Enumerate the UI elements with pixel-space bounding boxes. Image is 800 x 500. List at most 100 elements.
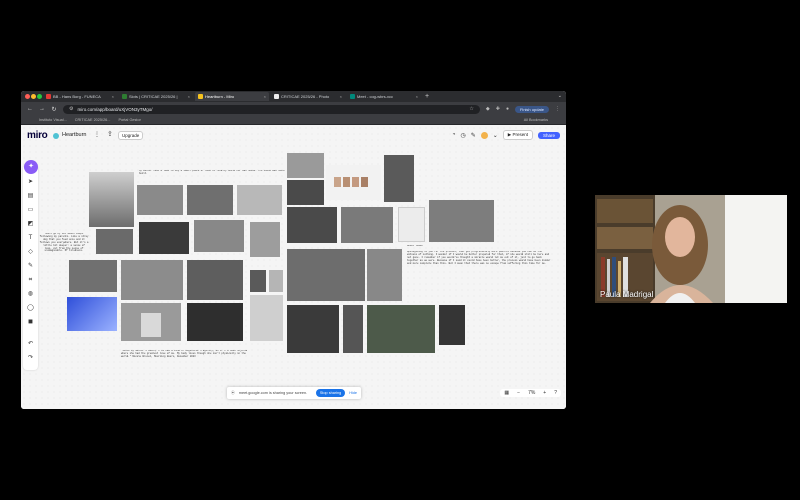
reload-icon[interactable]: ↻ xyxy=(51,106,57,113)
bookmarks-bar: Instituto Visual... CRITICAE 2025/26... … xyxy=(21,116,566,125)
present-button[interactable]: ▶ Present xyxy=(502,130,533,140)
board-photo[interactable] xyxy=(439,305,465,345)
profile-icon[interactable]: ● xyxy=(506,106,509,112)
close-window-icon[interactable] xyxy=(25,94,30,99)
browser-menu-icon[interactable]: ⋮ xyxy=(555,106,560,112)
board-photo[interactable] xyxy=(237,185,282,215)
board-photo[interactable] xyxy=(367,305,435,353)
maximize-window-icon[interactable] xyxy=(37,94,42,99)
text-note-top[interactable]: My mother took a loan to buy a small pie… xyxy=(139,170,289,180)
shapes-icon[interactable]: ◇ xyxy=(26,248,35,257)
bookmark-star-icon[interactable]: ☆ xyxy=(469,106,473,112)
board-photo[interactable] xyxy=(137,185,183,215)
zoom-level[interactable]: 7% xyxy=(528,390,535,396)
text-note-bottom[interactable]: "Since my mother's death, I've had a kin… xyxy=(121,350,251,368)
board-photo[interactable] xyxy=(269,270,283,292)
close-tab-icon[interactable]: × xyxy=(416,94,418,99)
board-photo[interactable] xyxy=(326,165,381,200)
new-tab-icon[interactable]: + xyxy=(425,92,429,101)
miro-logo[interactable]: miro xyxy=(27,130,48,141)
board-photo[interactable] xyxy=(250,222,280,257)
minimize-window-icon[interactable] xyxy=(31,94,36,99)
select-cursor-icon[interactable]: ➤ xyxy=(26,178,35,187)
board-photo[interactable] xyxy=(139,222,189,254)
stop-sharing-button[interactable]: Stop sharing xyxy=(315,389,346,397)
board-photo-blue[interactable] xyxy=(67,297,117,331)
zoom-in-icon[interactable]: + xyxy=(543,390,546,396)
hide-banner-button[interactable]: Hide xyxy=(349,391,357,395)
bookmark-item[interactable]: Instituto Visual... xyxy=(39,118,67,122)
close-tab-icon[interactable]: × xyxy=(188,94,190,99)
pen-icon[interactable]: ✎ xyxy=(26,262,35,271)
site-info-icon[interactable]: ⚙ xyxy=(69,106,73,112)
close-tab-icon[interactable]: × xyxy=(264,94,266,99)
all-bookmarks-link[interactable]: All Bookmarks xyxy=(524,118,548,122)
browser-tab-active[interactable]: Heartburn - Miro × xyxy=(195,92,269,101)
ai-sparkle-icon[interactable]: ✦ xyxy=(24,160,38,174)
forward-icon[interactable]: → xyxy=(39,106,45,112)
comment-icon[interactable]: ✎ xyxy=(471,132,476,139)
frame-icon[interactable]: ▭ xyxy=(26,206,35,215)
board-photo[interactable] xyxy=(187,185,233,215)
close-tab-icon[interactable]: × xyxy=(112,94,114,99)
board-photo[interactable] xyxy=(384,155,414,202)
text-note-left[interactable]: Years go by but death keeps following my… xyxy=(39,233,89,261)
share-button[interactable]: Share xyxy=(537,131,560,139)
board-photo[interactable] xyxy=(187,303,243,341)
board-photo[interactable] xyxy=(287,180,324,205)
board-photo[interactable] xyxy=(250,295,283,341)
upload-icon[interactable]: ◼ xyxy=(26,318,35,327)
undo-icon[interactable]: ↶ xyxy=(26,340,35,349)
extension-icon[interactable]: ◆ xyxy=(486,106,490,112)
upgrade-button[interactable]: Upgrade xyxy=(118,131,144,140)
minimap-icon[interactable]: ▦ xyxy=(504,390,509,396)
templates-icon[interactable]: ▤ xyxy=(26,192,35,201)
bookmark-item[interactable]: CRITICAE 2025/26... xyxy=(75,118,111,122)
board-photo[interactable] xyxy=(287,153,324,178)
crop-frame-icon[interactable]: ⌗ xyxy=(26,276,35,285)
board-photo[interactable] xyxy=(121,260,183,300)
board-photo[interactable] xyxy=(250,270,266,292)
avatar[interactable] xyxy=(480,131,488,139)
board-photo[interactable] xyxy=(194,220,244,252)
close-tab-icon[interactable]: × xyxy=(340,94,342,99)
miro-board[interactable]: miro Heartburn ⋮ ⇪ Upgrade ◔ ◷ ✎ ⌄ ▶ Pre… xyxy=(21,125,566,409)
board-photo[interactable] xyxy=(187,260,243,300)
board-photo[interactable] xyxy=(121,303,181,341)
collaborators-chevron-icon[interactable]: ⌄ xyxy=(493,132,498,139)
board-photo[interactable] xyxy=(398,207,425,242)
browser-tab[interactable]: CRITICAE 2025/26 - Photo × xyxy=(271,92,345,101)
bookmark-item[interactable]: Portal Gestor xyxy=(118,118,140,122)
board-photo[interactable] xyxy=(429,200,494,242)
board-photo[interactable] xyxy=(287,207,337,243)
board-menu-icon[interactable]: ⋮ xyxy=(94,131,100,138)
text-note-right[interactable]: Apologising to you for the process, that… xyxy=(407,251,552,297)
address-bar[interactable]: ⚙ miro.com/app/board/uXjVON3yTMgo/ ☆ xyxy=(63,104,480,114)
sticky-note-icon[interactable]: ◩ xyxy=(26,220,35,229)
board-photo[interactable] xyxy=(96,229,133,254)
browser-tab[interactable]: BB - Hans Borg - FUNECA × xyxy=(43,92,117,101)
extensions-puzzle-icon[interactable]: ✚ xyxy=(496,106,500,112)
board-photo[interactable] xyxy=(287,249,365,301)
board-name[interactable]: Heartburn xyxy=(62,132,86,138)
export-icon[interactable]: ⇪ xyxy=(107,130,113,138)
board-photo[interactable] xyxy=(341,207,393,243)
board-photo[interactable] xyxy=(69,260,117,292)
timer-icon[interactable]: ◷ xyxy=(460,132,465,139)
reactions-icon[interactable]: ◔ xyxy=(452,132,456,138)
browser-tab[interactable]: Slots | CRITICAE 2025/26 | × xyxy=(119,92,193,101)
board-photo[interactable] xyxy=(287,305,339,353)
tab-search-icon[interactable]: ⌄ xyxy=(558,93,562,99)
browser-tab[interactable]: Meet - cog-wbrs-xcc × xyxy=(347,92,421,101)
chat-icon[interactable]: ◯ xyxy=(26,304,35,313)
finish-update-button[interactable]: Finish update xyxy=(514,105,549,113)
board-photo[interactable] xyxy=(89,172,134,227)
back-icon[interactable]: ← xyxy=(27,106,33,112)
help-icon[interactable]: ? xyxy=(554,390,557,396)
apps-icon[interactable]: ◍ xyxy=(26,290,35,299)
board-photo[interactable] xyxy=(343,305,363,353)
redo-icon[interactable]: ↷ xyxy=(26,354,35,363)
board-photo[interactable] xyxy=(367,249,402,301)
text-tool-icon[interactable]: T xyxy=(26,234,35,243)
zoom-out-icon[interactable]: − xyxy=(517,390,520,396)
